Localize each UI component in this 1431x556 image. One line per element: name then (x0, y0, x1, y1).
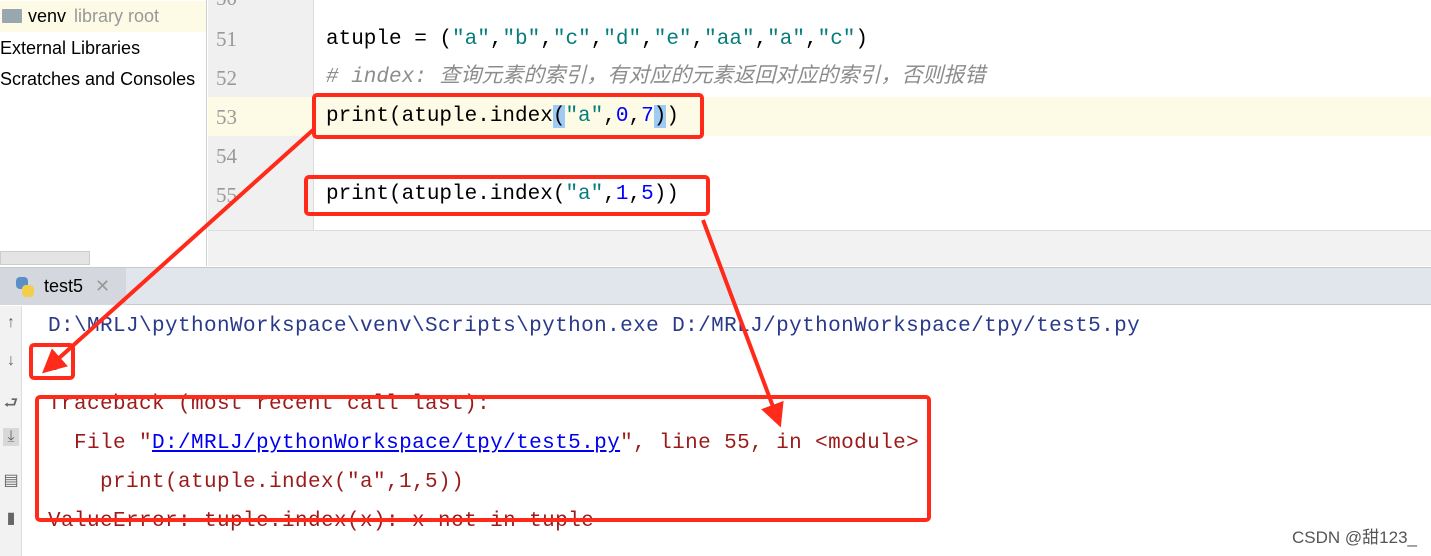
run-tab-bar: test5 ✕ (0, 267, 1431, 305)
line-number: 54 (216, 144, 237, 168)
watermark: CSDN @甜123_ (1292, 528, 1417, 547)
code-line-52-comment: # index: 查询元素的索引，有对应的元素返回对应的索引，否则报错 (326, 66, 986, 89)
command-line: D:\MRLJ\pythonWorkspace\venv\Scripts\pyt… (48, 315, 1141, 338)
run-tab-test5[interactable]: test5 ✕ (0, 268, 126, 305)
close-icon[interactable]: ✕ (95, 276, 110, 297)
line-number: 51 (216, 27, 237, 51)
traceback-file-line: File "D:/MRLJ/pythonWorkspace/tpy/test5.… (48, 432, 920, 455)
output-result: 0 (48, 354, 62, 377)
project-panel: venv library root External Libraries Scra… (0, 0, 207, 266)
code-line-55: print(atuple.index("a",1,5)) (326, 183, 679, 206)
line-number-gutter: 50 51 52 53 54 55 (208, 0, 314, 266)
line-number: 50 (216, 0, 237, 11)
code-editor[interactable]: atuple = ("a","b","c","d","e","aa","a","… (314, 0, 1431, 230)
print-icon[interactable]: ▤ (3, 470, 19, 490)
traceback-code: print(atuple.index("a",1,5)) (48, 471, 465, 494)
tree-item-label: venv (28, 6, 67, 26)
line-number: 55 (216, 183, 237, 207)
console-output[interactable]: D:\MRLJ\pythonWorkspace\venv\Scripts\pyt… (23, 306, 1431, 556)
tab-label: test5 (44, 276, 84, 296)
horizontal-scrollbar[interactable] (0, 251, 90, 265)
down-arrow-icon[interactable]: ↓ (3, 352, 19, 370)
folder-icon (2, 9, 22, 23)
error-message: ValueError: tuple.index(x): x not in tup… (48, 510, 595, 533)
scroll-to-end-icon[interactable]: ⤓ (3, 428, 19, 446)
line-number: 52 (216, 66, 237, 90)
python-icon (14, 276, 36, 298)
soft-wrap-icon[interactable]: ⮐ (3, 392, 19, 419)
code-line-51: atuple = ("a","b","c","d","e","aa","a","… (326, 28, 869, 51)
file-link[interactable]: D:/MRLJ/pythonWorkspace/tpy/test5.py (152, 432, 620, 455)
tree-item-scratches[interactable]: Scratches and Consoles (0, 64, 195, 95)
line-number: 53 (216, 105, 237, 129)
tree-item-venv[interactable]: venv library root (0, 1, 206, 32)
library-root-note: library root (74, 6, 160, 26)
code-line-53-current: print(atuple.index("a",0,7)) (314, 97, 1431, 136)
trash-icon[interactable]: ▮ (3, 508, 19, 528)
tree-item-external-libraries[interactable]: External Libraries (0, 33, 140, 64)
console-toolbar: ↑ ↓ ⮐ ⤓ ▤ ▮ (0, 306, 22, 556)
up-arrow-icon[interactable]: ↑ (3, 314, 19, 332)
editor-footer (208, 230, 1431, 266)
traceback-header: Traceback (most recent call last): (48, 393, 491, 416)
